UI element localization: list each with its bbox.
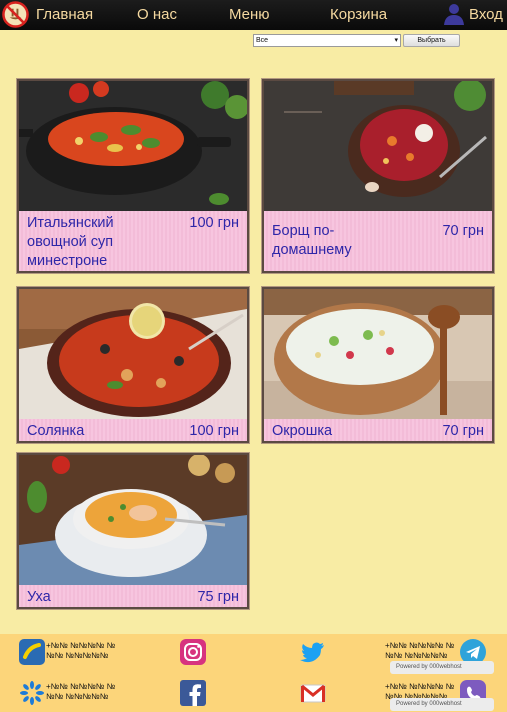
instagram-icon[interactable]: [180, 639, 206, 665]
dish-name: Итальянский овощной суп минестроне: [27, 215, 114, 269]
twitter-icon[interactable]: [300, 639, 326, 665]
dish-photo: [19, 289, 247, 419]
nav-about[interactable]: О нас: [137, 6, 177, 24]
dish-info: Уха 75 грн: [19, 585, 247, 607]
chevron-down-icon: ▾: [394, 37, 398, 44]
dish-price: 100 грн: [189, 423, 239, 439]
dish-price: 70 грн: [442, 423, 484, 439]
dish-name: Окрошка: [272, 423, 333, 439]
dish-info: Солянка 100 грн: [19, 419, 247, 441]
nav-cart[interactable]: Корзина: [330, 6, 387, 24]
dish-photo: [19, 81, 247, 211]
dish-name: Уха: [27, 589, 51, 605]
host-badge[interactable]: Powered by 000webhost: [390, 698, 494, 711]
dish-card[interactable]: Уха 75 грн: [17, 453, 249, 609]
dish-photo: [264, 81, 492, 211]
dish-price: 75 грн: [197, 589, 239, 605]
dish-info: Итальянский овощной суп минестроне 100 г…: [19, 211, 247, 271]
apply-filter-button[interactable]: Выбрать: [403, 34, 460, 47]
contact-phone: +№№ №№№№ № №№ №№№№№: [385, 641, 455, 660]
dish-card[interactable]: Окрошка 70 грн: [262, 287, 494, 443]
nav-menu[interactable]: Меню: [229, 6, 270, 24]
top-navigation-bar: Главная О нас Меню Корзина Вход: [0, 0, 507, 30]
dish-card[interactable]: Итальянский овощной суп минестроне 100 г…: [17, 79, 249, 273]
no-food-logo-icon[interactable]: [2, 1, 29, 28]
dish-card[interactable]: Солянка 100 грн: [17, 287, 249, 443]
user-icon[interactable]: [443, 3, 465, 25]
dish-photo: [19, 455, 247, 585]
dish-info: Окрошка 70 грн: [264, 419, 492, 441]
dish-photo: [264, 289, 492, 419]
dish-name: Борщ по-домашнему: [272, 223, 352, 258]
category-select-value: Все: [256, 37, 269, 44]
dish-name: Солянка: [27, 423, 85, 439]
contact-phone: +№№ №№№№ № №№ №№№№№: [46, 641, 116, 660]
dish-price: 70 грн: [442, 223, 484, 239]
host-badge[interactable]: Powered by 000webhost: [390, 661, 494, 674]
gmail-icon[interactable]: [300, 680, 326, 706]
footer: +№№ №№№№ № №№ №№№№№ +№№ №№№№ № №№ №№№№№ …: [0, 634, 507, 712]
category-select[interactable]: Все ▾: [253, 34, 401, 47]
facebook-icon[interactable]: [180, 680, 206, 706]
lifecell-icon[interactable]: [19, 639, 45, 665]
nav-home[interactable]: Главная: [36, 6, 93, 24]
contact-phone: +№№ №№№№ № №№ №№№№№: [46, 682, 116, 701]
dish-price: 100 грн: [189, 215, 239, 231]
kyivstar-icon[interactable]: [19, 680, 45, 706]
dish-info: Борщ по-домашнему 70 грн: [264, 211, 492, 271]
nav-login[interactable]: Вход: [469, 6, 503, 24]
dish-card[interactable]: Борщ по-домашнему 70 грн: [262, 79, 494, 273]
